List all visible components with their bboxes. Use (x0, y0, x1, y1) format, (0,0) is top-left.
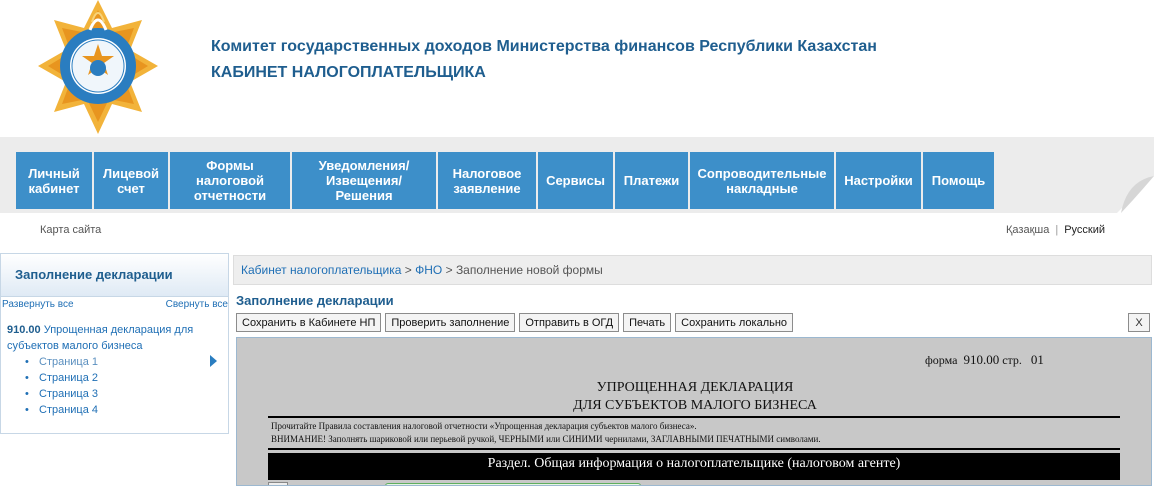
page-title: Заполнение декларации (236, 293, 394, 308)
nav-settings[interactable]: Настройки (836, 152, 923, 209)
sitemap-link[interactable]: Карта сайта (40, 224, 101, 236)
nav-tax-application[interactable]: Налоговое заявление (438, 152, 538, 209)
header: Комитет государственных доходов Министер… (0, 0, 1154, 137)
breadcrumb-current: Заполнение новой формы (455, 263, 603, 277)
form-toolbar: Сохранить в Кабинете НП Проверить заполн… (236, 313, 797, 332)
org-name: Комитет государственных доходов Министер… (211, 38, 877, 55)
page-link-2[interactable]: Страница 2 (39, 370, 98, 386)
nav-services[interactable]: Сервисы (538, 152, 615, 209)
save-local-button[interactable]: Сохранить локально (675, 313, 794, 332)
nav-notifications[interactable]: Уведомления/ Извещения/ Решения (292, 152, 438, 209)
kgd-logo[interactable] (38, 0, 158, 134)
nav-personal-cabinet[interactable]: Личный кабинет (16, 152, 94, 209)
collapse-all-link[interactable]: Свернуть все (166, 299, 228, 310)
check-form-button[interactable]: Проверить заполнение (385, 313, 516, 332)
sidebar: Заполнение декларации Развернуть все Све… (0, 253, 229, 434)
language-switch: Қазақша | Русский (1006, 224, 1105, 236)
nav-payments[interactable]: Платежи (615, 152, 690, 209)
print-button[interactable]: Печать (623, 313, 672, 332)
declaration-code: 910.00 (7, 324, 41, 336)
declaration-item[interactable]: 910.00 Упрощенная декларация для субъект… (7, 322, 207, 354)
divider (268, 416, 1120, 418)
close-button[interactable]: X (1128, 313, 1150, 332)
lang-separator: | (1055, 224, 1059, 236)
page-number: 01 (1030, 352, 1044, 367)
current-page-arrow-icon (210, 355, 217, 367)
nav-help[interactable]: Помощь (923, 152, 994, 209)
main-nav: Личный кабинет Лицевой счет Формы налого… (16, 152, 994, 209)
page-curl-icon (1117, 176, 1154, 213)
lang-kz-link[interactable]: Қазақша (1006, 224, 1049, 236)
expand-all-link[interactable]: Развернуть все (2, 299, 74, 310)
sidebar-title: Заполнение декларации (1, 254, 228, 297)
send-to-ogd-button[interactable]: Отправить в ОГД (519, 313, 620, 332)
form-title-line1: УПРОЩЕННАЯ ДЕКЛАРАЦИЯ (596, 380, 794, 395)
declaration-form: форма 910.00 стр. 01 УПРОЩЕННАЯ ДЕКЛАРАЦ… (236, 337, 1152, 486)
form-number: 910.00 (963, 352, 1000, 367)
breadcrumb-root-link[interactable]: Кабинет налогоплательщика (241, 263, 401, 277)
form-note-rules: Прочитайте Правила составления налоговой… (271, 421, 697, 431)
page-label: стр. (1002, 353, 1022, 367)
page-list: Страница 1 Страница 2 Страница 3 Страниц… (39, 354, 98, 418)
page-link-1[interactable]: Страница 1 (39, 354, 98, 370)
nav-waybills[interactable]: Сопроводительные накладные (690, 152, 836, 209)
page-link-3[interactable]: Страница 3 (39, 386, 98, 402)
breadcrumb-sep: > (401, 263, 416, 277)
breadcrumb-sep: > (442, 263, 456, 277)
nav-tax-forms[interactable]: Формы налоговой отчетности (170, 152, 292, 209)
lang-ru-link[interactable]: Русский (1064, 224, 1105, 236)
divider (268, 448, 1120, 450)
form-title-line2: ДЛЯ СУБЪЕКТОВ МАЛОГО БИЗНЕСА (573, 398, 817, 413)
form-checkbox[interactable] (268, 482, 288, 485)
cabinet-title: КАБИНЕТ НАЛОГОПЛАТЕЛЬЩИКА (211, 64, 486, 81)
form-code: форма 910.00 стр. 01 (925, 352, 1044, 368)
section-header: Раздел. Общая информация о налогоплатель… (268, 453, 1120, 480)
breadcrumb-fno-link[interactable]: ФНО (415, 263, 442, 277)
form-note-warning: ВНИМАНИЕ! Заполнять шариковой или перьев… (271, 434, 821, 444)
save-to-cabinet-button[interactable]: Сохранить в Кабинете НП (236, 313, 382, 332)
form-label: форма (925, 353, 958, 367)
breadcrumb: Кабинет налогоплательщика > ФНО > Заполн… (233, 255, 1152, 285)
page-link-4[interactable]: Страница 4 (39, 402, 98, 418)
nav-account[interactable]: Лицевой счет (94, 152, 170, 209)
